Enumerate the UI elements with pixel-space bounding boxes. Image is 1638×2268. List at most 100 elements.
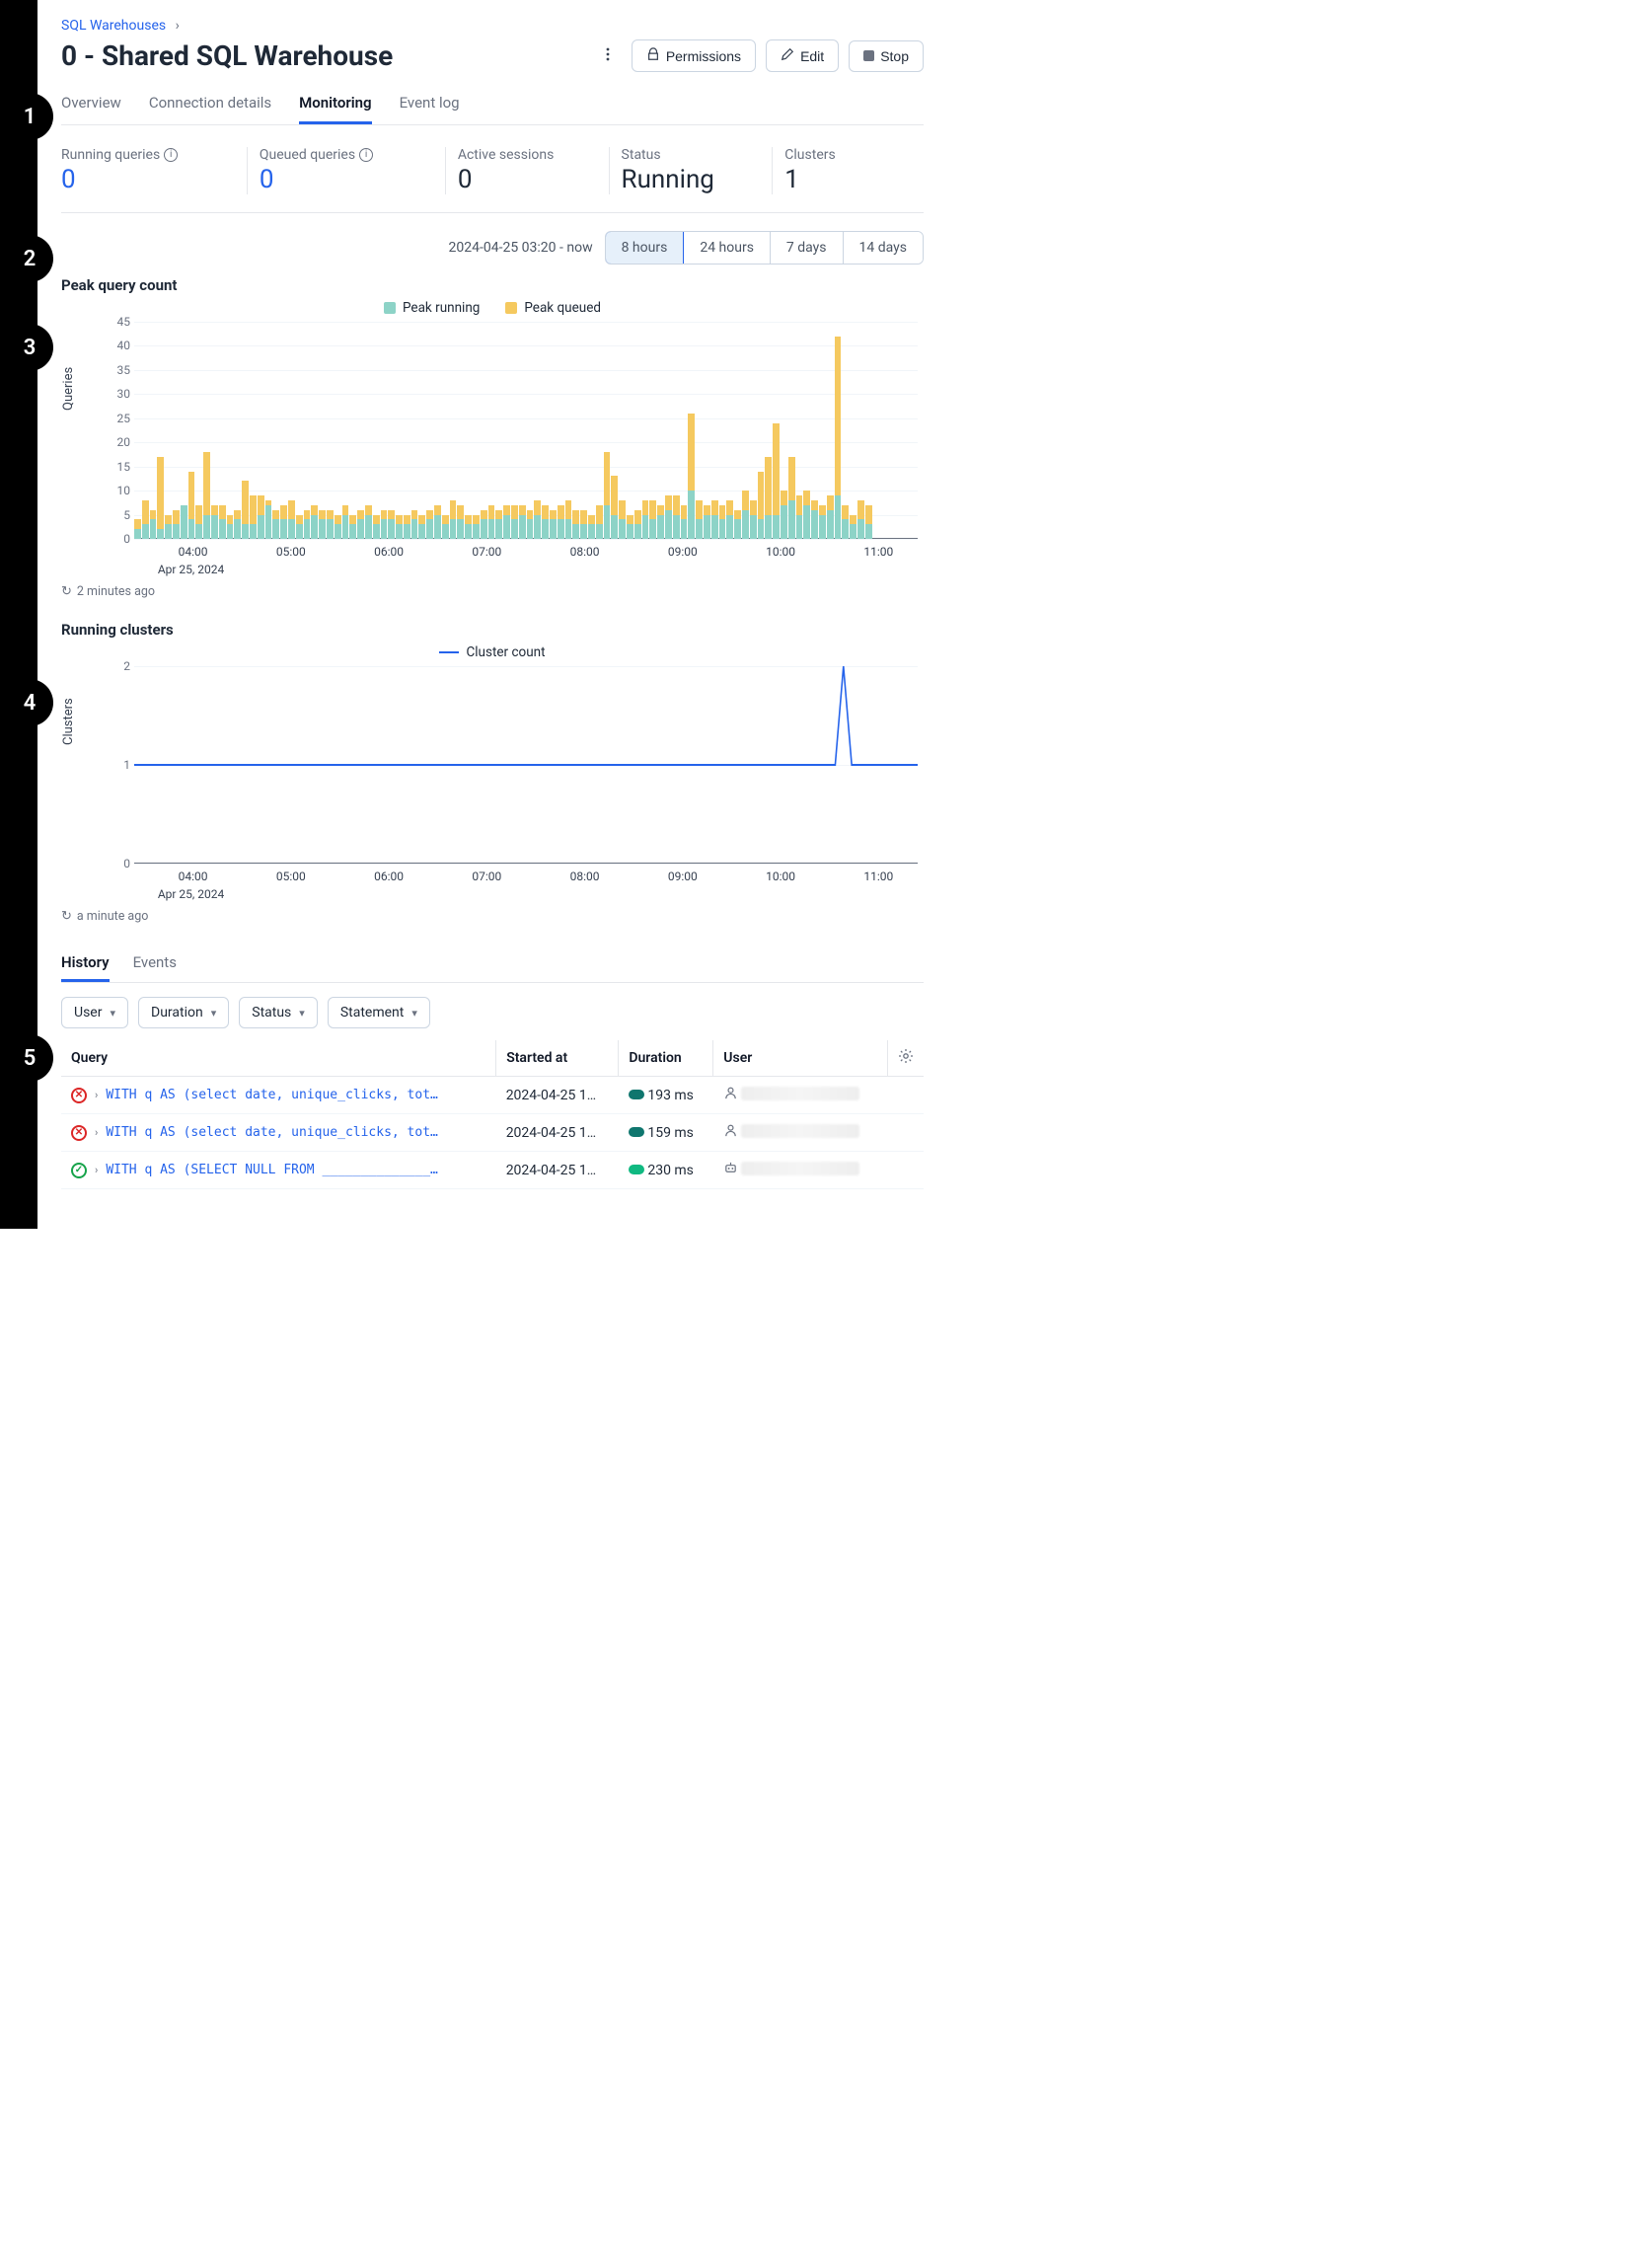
peak-bar[interactable] [788, 457, 795, 539]
peak-bar[interactable] [411, 510, 418, 539]
peak-bar[interactable] [588, 515, 595, 539]
kebab-menu-icon[interactable] [594, 40, 622, 71]
peak-bar[interactable] [203, 452, 210, 539]
peak-bar[interactable] [819, 505, 826, 539]
peak-bar[interactable] [527, 510, 534, 539]
peak-bar[interactable] [134, 519, 141, 539]
peak-bar[interactable] [349, 515, 356, 539]
peak-bar[interactable] [250, 495, 257, 539]
col-user[interactable]: User [713, 1040, 888, 1077]
range-option-24-hours[interactable]: 24 hours [684, 232, 771, 264]
table-row[interactable]: ✓›WITH q AS (SELECT NULL FROM __________… [61, 1152, 924, 1189]
peak-bar[interactable] [688, 414, 695, 539]
peak-bar[interactable] [173, 510, 180, 539]
range-option-7-days[interactable]: 7 days [771, 232, 844, 264]
permissions-button[interactable]: Permissions [632, 39, 756, 72]
peak-bar[interactable] [304, 510, 311, 539]
table-row[interactable]: ✕›WITH q AS (select date, unique_clicks,… [61, 1077, 924, 1114]
subtab-history[interactable]: History [61, 945, 110, 982]
peak-bar[interactable] [195, 505, 202, 539]
chevron-right-icon[interactable]: › [95, 1164, 98, 1176]
peak-bar[interactable] [827, 495, 834, 539]
peak-bar[interactable] [796, 495, 803, 539]
tab-overview[interactable]: Overview [61, 84, 121, 124]
peak-bar[interactable] [404, 515, 410, 539]
peak-bar[interactable] [742, 491, 749, 539]
filter-user[interactable]: User▾ [61, 997, 128, 1028]
peak-bar[interactable] [373, 515, 380, 539]
peak-bar[interactable] [219, 505, 226, 539]
peak-bar[interactable] [649, 500, 656, 539]
peak-bar[interactable] [657, 505, 664, 539]
peak-bar[interactable] [750, 500, 757, 539]
peak-bar[interactable] [634, 510, 641, 539]
peak-bar[interactable] [311, 505, 318, 539]
peak-bar[interactable] [457, 505, 464, 539]
peak-bar[interactable] [642, 500, 649, 539]
peak-bar[interactable] [558, 505, 564, 539]
peak-bar[interactable] [442, 515, 449, 539]
peak-bar[interactable] [580, 510, 587, 539]
peak-bar[interactable] [142, 500, 149, 539]
peak-bar[interactable] [234, 510, 241, 539]
subtab-events[interactable]: Events [133, 945, 177, 982]
peak-bar[interactable] [319, 510, 326, 539]
peak-bar[interactable] [381, 510, 388, 539]
info-icon[interactable]: i [164, 148, 178, 162]
tab-event-log[interactable]: Event log [400, 84, 460, 124]
peak-bar[interactable] [857, 500, 864, 539]
peak-bar[interactable] [265, 500, 272, 539]
filter-duration[interactable]: Duration▾ [138, 997, 229, 1028]
chevron-right-icon[interactable]: › [95, 1126, 98, 1139]
peak-bar[interactable] [211, 505, 218, 539]
peak-bar[interactable] [227, 515, 234, 539]
peak-bar[interactable] [803, 491, 810, 539]
tab-connection-details[interactable]: Connection details [149, 84, 271, 124]
peak-bar[interactable] [596, 505, 603, 539]
peak-bar[interactable] [611, 476, 618, 539]
peak-bar[interactable] [842, 505, 849, 539]
peak-bar[interactable] [165, 515, 172, 539]
peak-bar[interactable] [181, 505, 187, 539]
range-option-8-hours[interactable]: 8 hours [605, 231, 685, 265]
chevron-right-icon[interactable]: › [95, 1089, 98, 1101]
query-link[interactable]: WITH q AS (select date, unique_clicks, t… [106, 1088, 441, 1102]
peak-bar[interactable] [696, 500, 703, 539]
peak-bar[interactable] [188, 472, 195, 539]
peak-bar[interactable] [495, 510, 502, 539]
peak-bar[interactable] [342, 505, 349, 539]
query-link[interactable]: WITH q AS (SELECT NULL FROM ____________… [106, 1163, 441, 1177]
peak-bar[interactable] [704, 505, 710, 539]
peak-bar[interactable] [711, 500, 718, 539]
range-option-14-days[interactable]: 14 days [844, 232, 923, 264]
tab-monitoring[interactable]: Monitoring [299, 84, 371, 124]
filter-statement[interactable]: Statement▾ [328, 997, 430, 1028]
peak-bar[interactable] [418, 515, 425, 539]
filter-status[interactable]: Status▾ [239, 997, 318, 1028]
peak-bar[interactable] [488, 505, 495, 539]
peak-bar[interactable] [673, 495, 680, 539]
peak-bar[interactable] [357, 510, 364, 539]
peak-bar[interactable] [665, 495, 672, 539]
peak-bar[interactable] [542, 505, 549, 539]
peak-bar[interactable] [511, 505, 518, 539]
peak-bar[interactable] [242, 481, 249, 539]
peak-bar[interactable] [150, 510, 157, 539]
peak-bar[interactable] [388, 510, 395, 539]
col-query[interactable]: Query [61, 1040, 496, 1077]
peak-bar[interactable] [258, 495, 264, 539]
peak-bar[interactable] [572, 510, 579, 539]
edit-button[interactable]: Edit [766, 39, 839, 72]
peak-bar[interactable] [481, 510, 487, 539]
peak-bar[interactable] [450, 500, 457, 539]
metric-running-value[interactable]: 0 [61, 165, 235, 194]
peak-bar[interactable] [765, 457, 772, 539]
peak-bar[interactable] [365, 505, 372, 539]
metric-queued-value[interactable]: 0 [260, 165, 433, 194]
breadcrumb-root-link[interactable]: SQL Warehouses [61, 18, 166, 34]
peak-bar[interactable] [773, 423, 780, 539]
query-link[interactable]: WITH q AS (select date, unique_clicks, t… [106, 1125, 441, 1140]
col-duration[interactable]: Duration [619, 1040, 713, 1077]
peak-bar[interactable] [519, 505, 526, 539]
peak-bar[interactable] [726, 500, 733, 539]
